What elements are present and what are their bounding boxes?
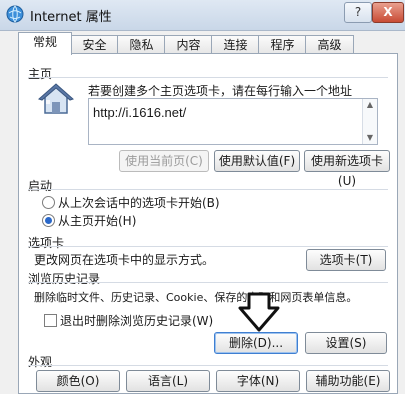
scroll-down-icon[interactable]: ▼ [365, 134, 375, 142]
startup-section-title: 启动 [28, 179, 53, 193]
accessibility-button[interactable]: 辅助功能(E) [306, 370, 390, 392]
home-section-divider [28, 77, 388, 78]
close-button[interactable]: X [372, 2, 404, 23]
history-section-title: 浏览历史记录 [28, 272, 101, 286]
home-url-value: http://i.1616.net/ [93, 105, 187, 120]
colors-button[interactable]: 颜色(O) [36, 370, 120, 392]
tab-programs[interactable]: 程序 [258, 35, 307, 54]
tabs-description: 更改网页在选项卡中的显示方式。 [34, 253, 215, 267]
delete-history-on-exit-label: 退出时删除浏览历史记录(W) [60, 314, 214, 328]
history-section-divider [28, 282, 388, 283]
window-title: Internet 属性 [30, 10, 112, 25]
window-titlebar: Internet 属性 ? X [0, 0, 405, 31]
globe-icon [6, 5, 24, 23]
tab-advanced[interactable]: 高级 [305, 35, 354, 54]
delete-history-on-exit-checkbox[interactable] [44, 314, 57, 327]
home-url-textarea[interactable]: http://i.1616.net/ ▲ ▼ [88, 98, 378, 145]
help-button[interactable]: ? [344, 2, 372, 23]
tabs-section-divider [28, 246, 388, 247]
home-url-scrollbar[interactable]: ▲ ▼ [362, 99, 377, 144]
startup-section-divider [28, 189, 388, 190]
tab-security[interactable]: 安全 [70, 35, 119, 54]
tab-general[interactable]: 常规 [18, 32, 72, 55]
scroll-up-icon[interactable]: ▲ [365, 101, 375, 109]
tabs-section-title: 选项卡 [28, 236, 65, 250]
languages-button[interactable]: 语言(L) [126, 370, 210, 392]
appearance-section-title: 外观 [28, 355, 53, 369]
startup-home-page-label: 从主页开始(H) [58, 214, 137, 228]
house-icon [38, 83, 74, 114]
use-current-page-button[interactable]: 使用当前页(C) [119, 150, 209, 172]
startup-last-session-radio[interactable] [42, 196, 55, 209]
history-settings-button[interactable]: 设置(S) [305, 332, 387, 354]
use-default-button[interactable]: 使用默认值(F) [214, 150, 300, 172]
fonts-button[interactable]: 字体(N) [216, 370, 300, 392]
home-section-title: 主页 [28, 67, 53, 81]
startup-home-page-radio[interactable] [42, 214, 55, 227]
tabs-settings-button[interactable]: 选项卡(T) [306, 249, 386, 271]
tab-privacy[interactable]: 隐私 [117, 35, 166, 54]
tab-content[interactable]: 内容 [164, 35, 213, 54]
history-description: 删除临时文件、历史记录、Cookie、保存的密码和网页表单信息。 [34, 291, 358, 304]
appearance-section-divider [28, 365, 388, 366]
down-arrow-icon [238, 292, 280, 332]
home-description: 若要创建多个主页选项卡，请在每行输入一个地址 [88, 84, 353, 98]
use-new-tab-button[interactable]: 使用新选项卡(U) [304, 150, 390, 188]
tab-connections[interactable]: 连接 [211, 35, 260, 54]
delete-history-button[interactable]: 删除(D)... [214, 332, 298, 354]
startup-last-session-label: 从上次会话中的选项卡开始(B) [58, 196, 220, 210]
